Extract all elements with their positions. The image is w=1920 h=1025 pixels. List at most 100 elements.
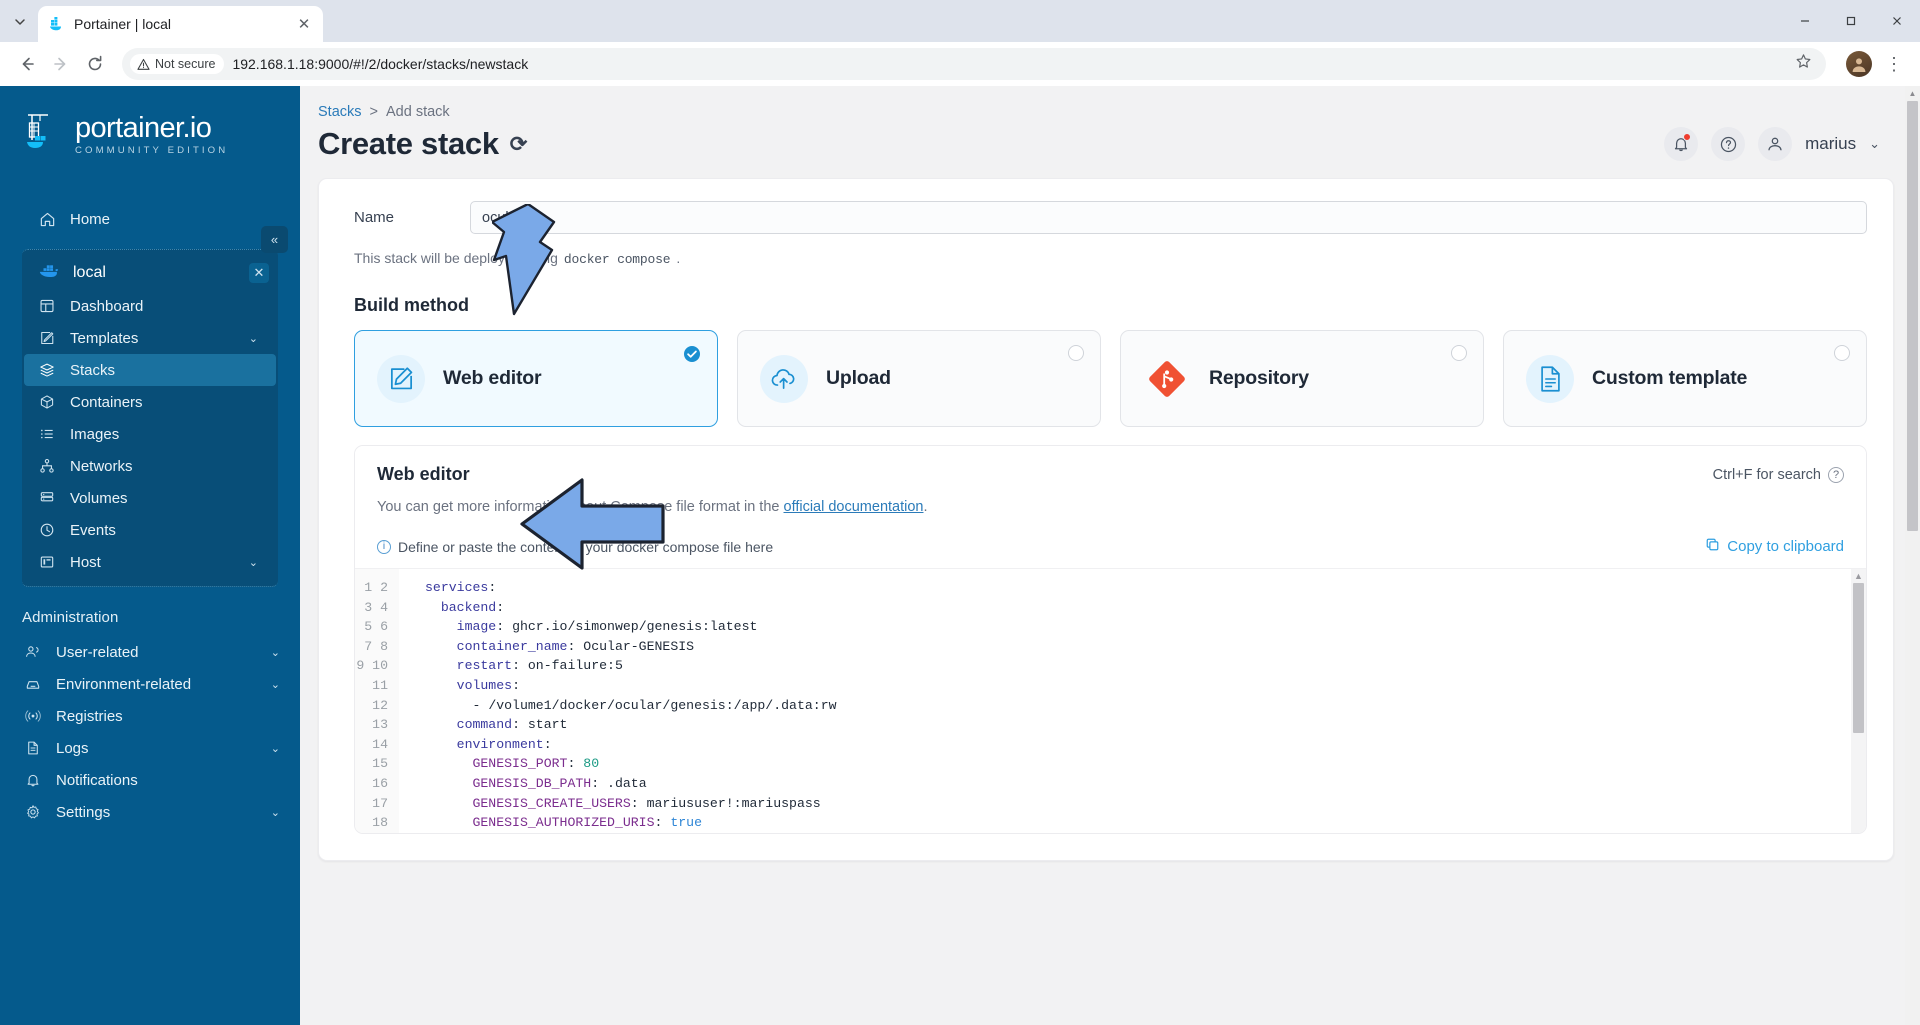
environment-header[interactable]: local ✕ [22, 256, 278, 290]
build-method-custom-template-radio[interactable] [1834, 345, 1850, 361]
gear-icon [24, 803, 42, 821]
search-hint-label: Ctrl+F for search [1712, 466, 1821, 483]
sidebar-item-stacks-label: Stacks [70, 361, 116, 379]
reload-button[interactable] [80, 49, 110, 79]
sidebar-item-stacks[interactable]: Stacks [24, 354, 276, 386]
sidebar-item-registries[interactable]: Registries [0, 700, 300, 732]
sidebar-item-volumes[interactable]: Volumes [22, 482, 278, 514]
server-icon [38, 553, 56, 571]
copy-to-clipboard-button[interactable]: Copy to clipboard [1705, 537, 1844, 556]
brand-logo[interactable]: portainer.io COMMUNITY EDITION [0, 86, 300, 179]
stack-name-input[interactable] [470, 201, 1867, 234]
window-maximize-button[interactable] [1828, 0, 1874, 42]
list-icon [38, 425, 56, 443]
page-header-row: Create stack ⟳ marius ⌄ [318, 126, 1894, 162]
sidebar-item-dashboard[interactable]: Dashboard [22, 290, 278, 322]
chevron-down-icon[interactable]: ⌄ [271, 742, 280, 755]
sidebar-item-user-related[interactable]: User-related ⌄ [0, 636, 300, 668]
info-icon: i [377, 539, 391, 554]
build-method-custom-template[interactable]: Custom template [1503, 330, 1867, 427]
build-method-web-editor-radio[interactable] [683, 345, 701, 363]
window-close-button[interactable] [1874, 0, 1920, 42]
code-editor[interactable]: 1 2 3 4 5 6 7 8 9 10 11 12 13 14 15 16 1… [355, 568, 1866, 833]
refresh-icon[interactable]: ⟳ [510, 132, 528, 157]
question-circle-icon[interactable]: ? [1828, 466, 1844, 483]
breadcrumb-separator: > [369, 104, 378, 120]
window-controls [1782, 0, 1920, 42]
not-secure-badge[interactable]: Not secure [130, 54, 225, 74]
sidebar-item-containers[interactable]: Containers [22, 386, 278, 418]
portainer-whale-icon [48, 16, 65, 33]
environment-close-icon[interactable]: ✕ [249, 263, 269, 283]
sidebar-item-environment-related[interactable]: Environment-related ⌄ [0, 668, 300, 700]
description-prefix: You can get more information about Compo… [377, 499, 780, 515]
copy-icon [1705, 537, 1720, 556]
sidebar-item-templates-label: Templates [70, 329, 139, 347]
not-secure-label: Not secure [155, 57, 216, 71]
back-button[interactable] [12, 49, 42, 79]
chevron-down-icon[interactable]: ⌄ [271, 806, 280, 819]
deploy-note-code: docker compose [563, 252, 671, 267]
address-bar[interactable]: Not secure 192.168.1.18:9000/#!/2/docker… [122, 48, 1826, 80]
administration-section-title: Administration [22, 609, 119, 626]
scroll-up-icon[interactable]: ▲ [1854, 569, 1863, 581]
forward-button[interactable] [46, 49, 76, 79]
code-scrollbar-thumb[interactable] [1853, 583, 1864, 733]
users-icon [24, 643, 42, 661]
browser-toolbar: Not secure 192.168.1.18:9000/#!/2/docker… [0, 42, 1920, 86]
sidebar-item-host[interactable]: Host ⌄ [22, 546, 278, 578]
help-button[interactable] [1711, 127, 1746, 161]
sidebar-item-images[interactable]: Images [22, 418, 278, 450]
chevron-down-icon[interactable]: ⌄ [271, 678, 280, 691]
define-hint: i Define or paste the content of your do… [377, 539, 773, 555]
build-method-upload-radio[interactable] [1068, 345, 1084, 361]
page-scroll-up-icon[interactable]: ▲ [1905, 86, 1920, 101]
docker-whale-icon [38, 262, 60, 285]
url-text: 192.168.1.18:9000/#!/2/docker/stacks/new… [232, 56, 529, 72]
code-content[interactable]: services: backend: image: ghcr.io/simonw… [399, 569, 1866, 833]
page-scrollbar-thumb[interactable] [1907, 101, 1918, 531]
official-documentation-link[interactable]: official documentation [784, 499, 924, 515]
tab-search-button[interactable] [6, 8, 34, 36]
sidebar-item-home[interactable]: Home [0, 203, 300, 235]
breadcrumb-stacks-link[interactable]: Stacks [318, 104, 362, 120]
chevron-down-icon[interactable]: ⌄ [271, 646, 280, 659]
web-editor-search-hint: Ctrl+F for search ? [1712, 466, 1844, 483]
sidebar-item-dashboard-label: Dashboard [70, 297, 144, 315]
chevron-down-icon[interactable]: ⌄ [1869, 136, 1880, 152]
sidebar-item-templates[interactable]: Templates ⌄ [22, 322, 278, 354]
sidebar-item-notifications[interactable]: Notifications [0, 764, 300, 796]
environment-icon [24, 675, 42, 693]
build-method-custom-template-label: Custom template [1592, 367, 1748, 389]
browser-menu-button[interactable]: ⋮ [1880, 50, 1908, 78]
build-method-repository[interactable]: Repository [1120, 330, 1484, 427]
web-editor-description: You can get more information about Compo… [377, 499, 1844, 515]
chevron-down-icon[interactable]: ⌄ [249, 332, 258, 345]
tab-close-icon[interactable]: ✕ [295, 15, 313, 33]
layers-icon [38, 361, 56, 379]
app-viewport: portainer.io COMMUNITY EDITION « Home lo… [0, 86, 1920, 1025]
sidebar-item-logs[interactable]: Logs ⌄ [0, 732, 300, 764]
brand-edition: COMMUNITY EDITION [75, 144, 229, 156]
build-method-web-editor[interactable]: Web editor [354, 330, 718, 427]
code-editor-scrollbar[interactable]: ▲ [1851, 569, 1866, 833]
browser-tab[interactable]: Portainer | local ✕ [38, 6, 323, 42]
chevron-down-icon[interactable]: ⌄ [249, 556, 258, 569]
window-minimize-button[interactable] [1782, 0, 1828, 42]
browser-profile-avatar[interactable] [1846, 51, 1872, 77]
build-method-upload[interactable]: Upload [737, 330, 1101, 427]
bookmark-star-icon[interactable] [1795, 53, 1812, 75]
notifications-button[interactable] [1664, 127, 1699, 161]
deploy-note-suffix: . [676, 250, 681, 266]
document-icon [24, 739, 42, 757]
web-editor-header: Web editor Ctrl+F for search ? You can g… [355, 446, 1866, 515]
sidebar-item-settings[interactable]: Settings ⌄ [0, 796, 300, 828]
build-method-repository-radio[interactable] [1451, 345, 1467, 361]
code-line-numbers: 1 2 3 4 5 6 7 8 9 10 11 12 13 14 15 16 1… [355, 569, 399, 833]
avatar[interactable] [1758, 127, 1793, 161]
sidebar-item-networks[interactable]: Networks [22, 450, 278, 482]
build-method-web-editor-label: Web editor [443, 367, 542, 389]
build-method-title: Build method [354, 295, 469, 315]
sidebar-item-events[interactable]: Events [22, 514, 278, 546]
page-scrollbar[interactable]: ▲ [1905, 86, 1920, 1025]
